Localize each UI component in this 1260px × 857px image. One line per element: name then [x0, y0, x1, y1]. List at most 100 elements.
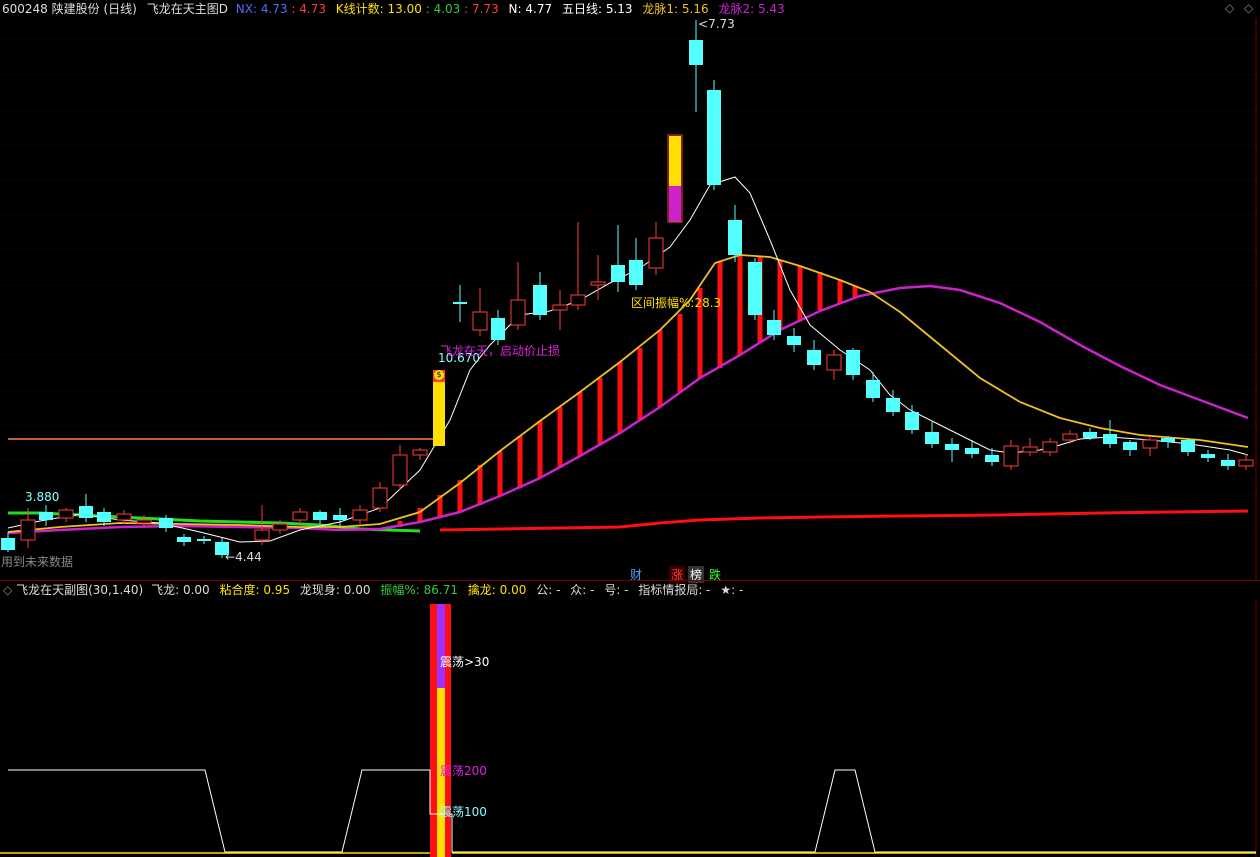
fill-bar — [637, 348, 643, 420]
fill-bar — [797, 266, 803, 320]
candle — [352, 509, 368, 521]
candle — [570, 294, 586, 306]
nhd-label: 粘合度: — [219, 583, 260, 597]
sub-label-30: 震荡>30 — [440, 655, 490, 669]
candle — [925, 432, 939, 444]
ma5-line — [7, 176, 1249, 543]
signal-column-entry — [433, 380, 445, 446]
candle — [412, 449, 428, 456]
candle — [611, 265, 625, 282]
candle — [372, 487, 388, 509]
fill-bar — [657, 330, 663, 407]
dollar-icon: $ — [434, 370, 444, 380]
sub-collapse-icon[interactable]: ◇ — [3, 583, 12, 597]
candle — [510, 299, 526, 326]
candle — [1161, 438, 1175, 442]
lm2-line — [7, 284, 1249, 535]
candle — [313, 512, 327, 520]
sub-chart-header: ◇ 飞龙在天副图(30,1.40) 飞龙: 0.00 粘合度: 0.95 龙现身… — [0, 581, 1260, 599]
lxs-value: 0.00 — [343, 583, 371, 597]
fill-bar — [557, 407, 563, 468]
candle — [159, 518, 173, 528]
sub-label-200: 震荡200 — [440, 764, 487, 778]
price-low-label: ←4.44 — [225, 550, 262, 564]
candle — [1, 538, 15, 550]
candle — [1181, 440, 1195, 452]
candle — [1123, 442, 1137, 450]
candle — [629, 260, 643, 285]
fill-bar — [717, 262, 723, 368]
red-baseline — [439, 509, 1249, 532]
candlesticks — [1, 20, 1254, 558]
sub-label-100: 震荡100 — [440, 805, 487, 819]
fill-bar — [617, 362, 623, 433]
candle — [787, 336, 801, 345]
ql-value: 0.00 — [499, 583, 527, 597]
future-data-text: 用到未来数据 — [1, 555, 74, 569]
candle — [728, 220, 742, 255]
candle — [689, 40, 703, 65]
main-candle-chart[interactable] — [0, 0, 1260, 580]
candle — [648, 237, 664, 269]
candle — [1103, 434, 1117, 444]
fill-bar — [537, 421, 543, 478]
candle — [846, 350, 860, 375]
candle — [1003, 445, 1019, 467]
fill-bar — [817, 272, 823, 310]
candle — [1142, 439, 1158, 449]
candle — [985, 455, 999, 462]
dragon-fill-bars — [397, 255, 858, 527]
fill-bar — [837, 280, 843, 303]
candle — [136, 519, 152, 524]
candle — [1238, 459, 1254, 467]
candle — [826, 354, 842, 371]
candle — [748, 262, 762, 315]
gong-value: 公: - — [536, 583, 561, 597]
fl-label: 飞龙: — [151, 583, 180, 597]
candle — [1042, 441, 1058, 453]
lxs-label: 龙现身: — [299, 583, 340, 597]
prev-high-label: 3.880 — [25, 490, 60, 504]
fill-bar — [597, 378, 603, 445]
candle — [886, 398, 900, 412]
candle — [116, 513, 132, 521]
candle — [1221, 460, 1235, 466]
candle — [1062, 433, 1078, 441]
zbqbj-value: 指标情报局: - — [638, 583, 711, 597]
candle — [1201, 454, 1215, 458]
candle — [79, 506, 93, 518]
candle — [254, 529, 270, 541]
signal-text: 飞龙在天，启动价止损 — [440, 344, 561, 358]
candle — [97, 512, 111, 522]
candle — [807, 350, 821, 365]
candle — [453, 302, 467, 304]
sub-indicator-title[interactable]: 飞龙在天副图(30,1.40) — [16, 583, 143, 597]
candle — [1083, 432, 1097, 438]
candle — [197, 539, 211, 541]
candle — [965, 448, 979, 454]
candle — [590, 281, 606, 286]
candle — [767, 320, 781, 335]
candle — [1022, 446, 1038, 453]
fill-bar — [517, 436, 523, 488]
candle — [707, 90, 721, 185]
candle — [272, 523, 288, 531]
ql-label: 擒龙: — [467, 583, 496, 597]
candle — [905, 412, 919, 430]
candle — [39, 512, 53, 520]
candle — [333, 515, 347, 520]
fl-value: 0.00 — [182, 583, 210, 597]
sub-white-line — [8, 769, 1256, 853]
lm1-line — [7, 254, 1249, 533]
candle — [866, 380, 880, 398]
candle — [292, 511, 308, 521]
hao-value: 号: - — [604, 583, 629, 597]
candle — [392, 454, 408, 486]
nhd-value: 0.95 — [263, 583, 291, 597]
range-text: 区间振幅%:28.3 — [631, 296, 722, 310]
fill-bar — [577, 392, 583, 456]
sub-purple-column — [437, 604, 445, 688]
zf-label: 振幅%: — [380, 583, 420, 597]
fill-bar — [497, 451, 503, 496]
price-high-label: <7.73 — [698, 17, 735, 31]
